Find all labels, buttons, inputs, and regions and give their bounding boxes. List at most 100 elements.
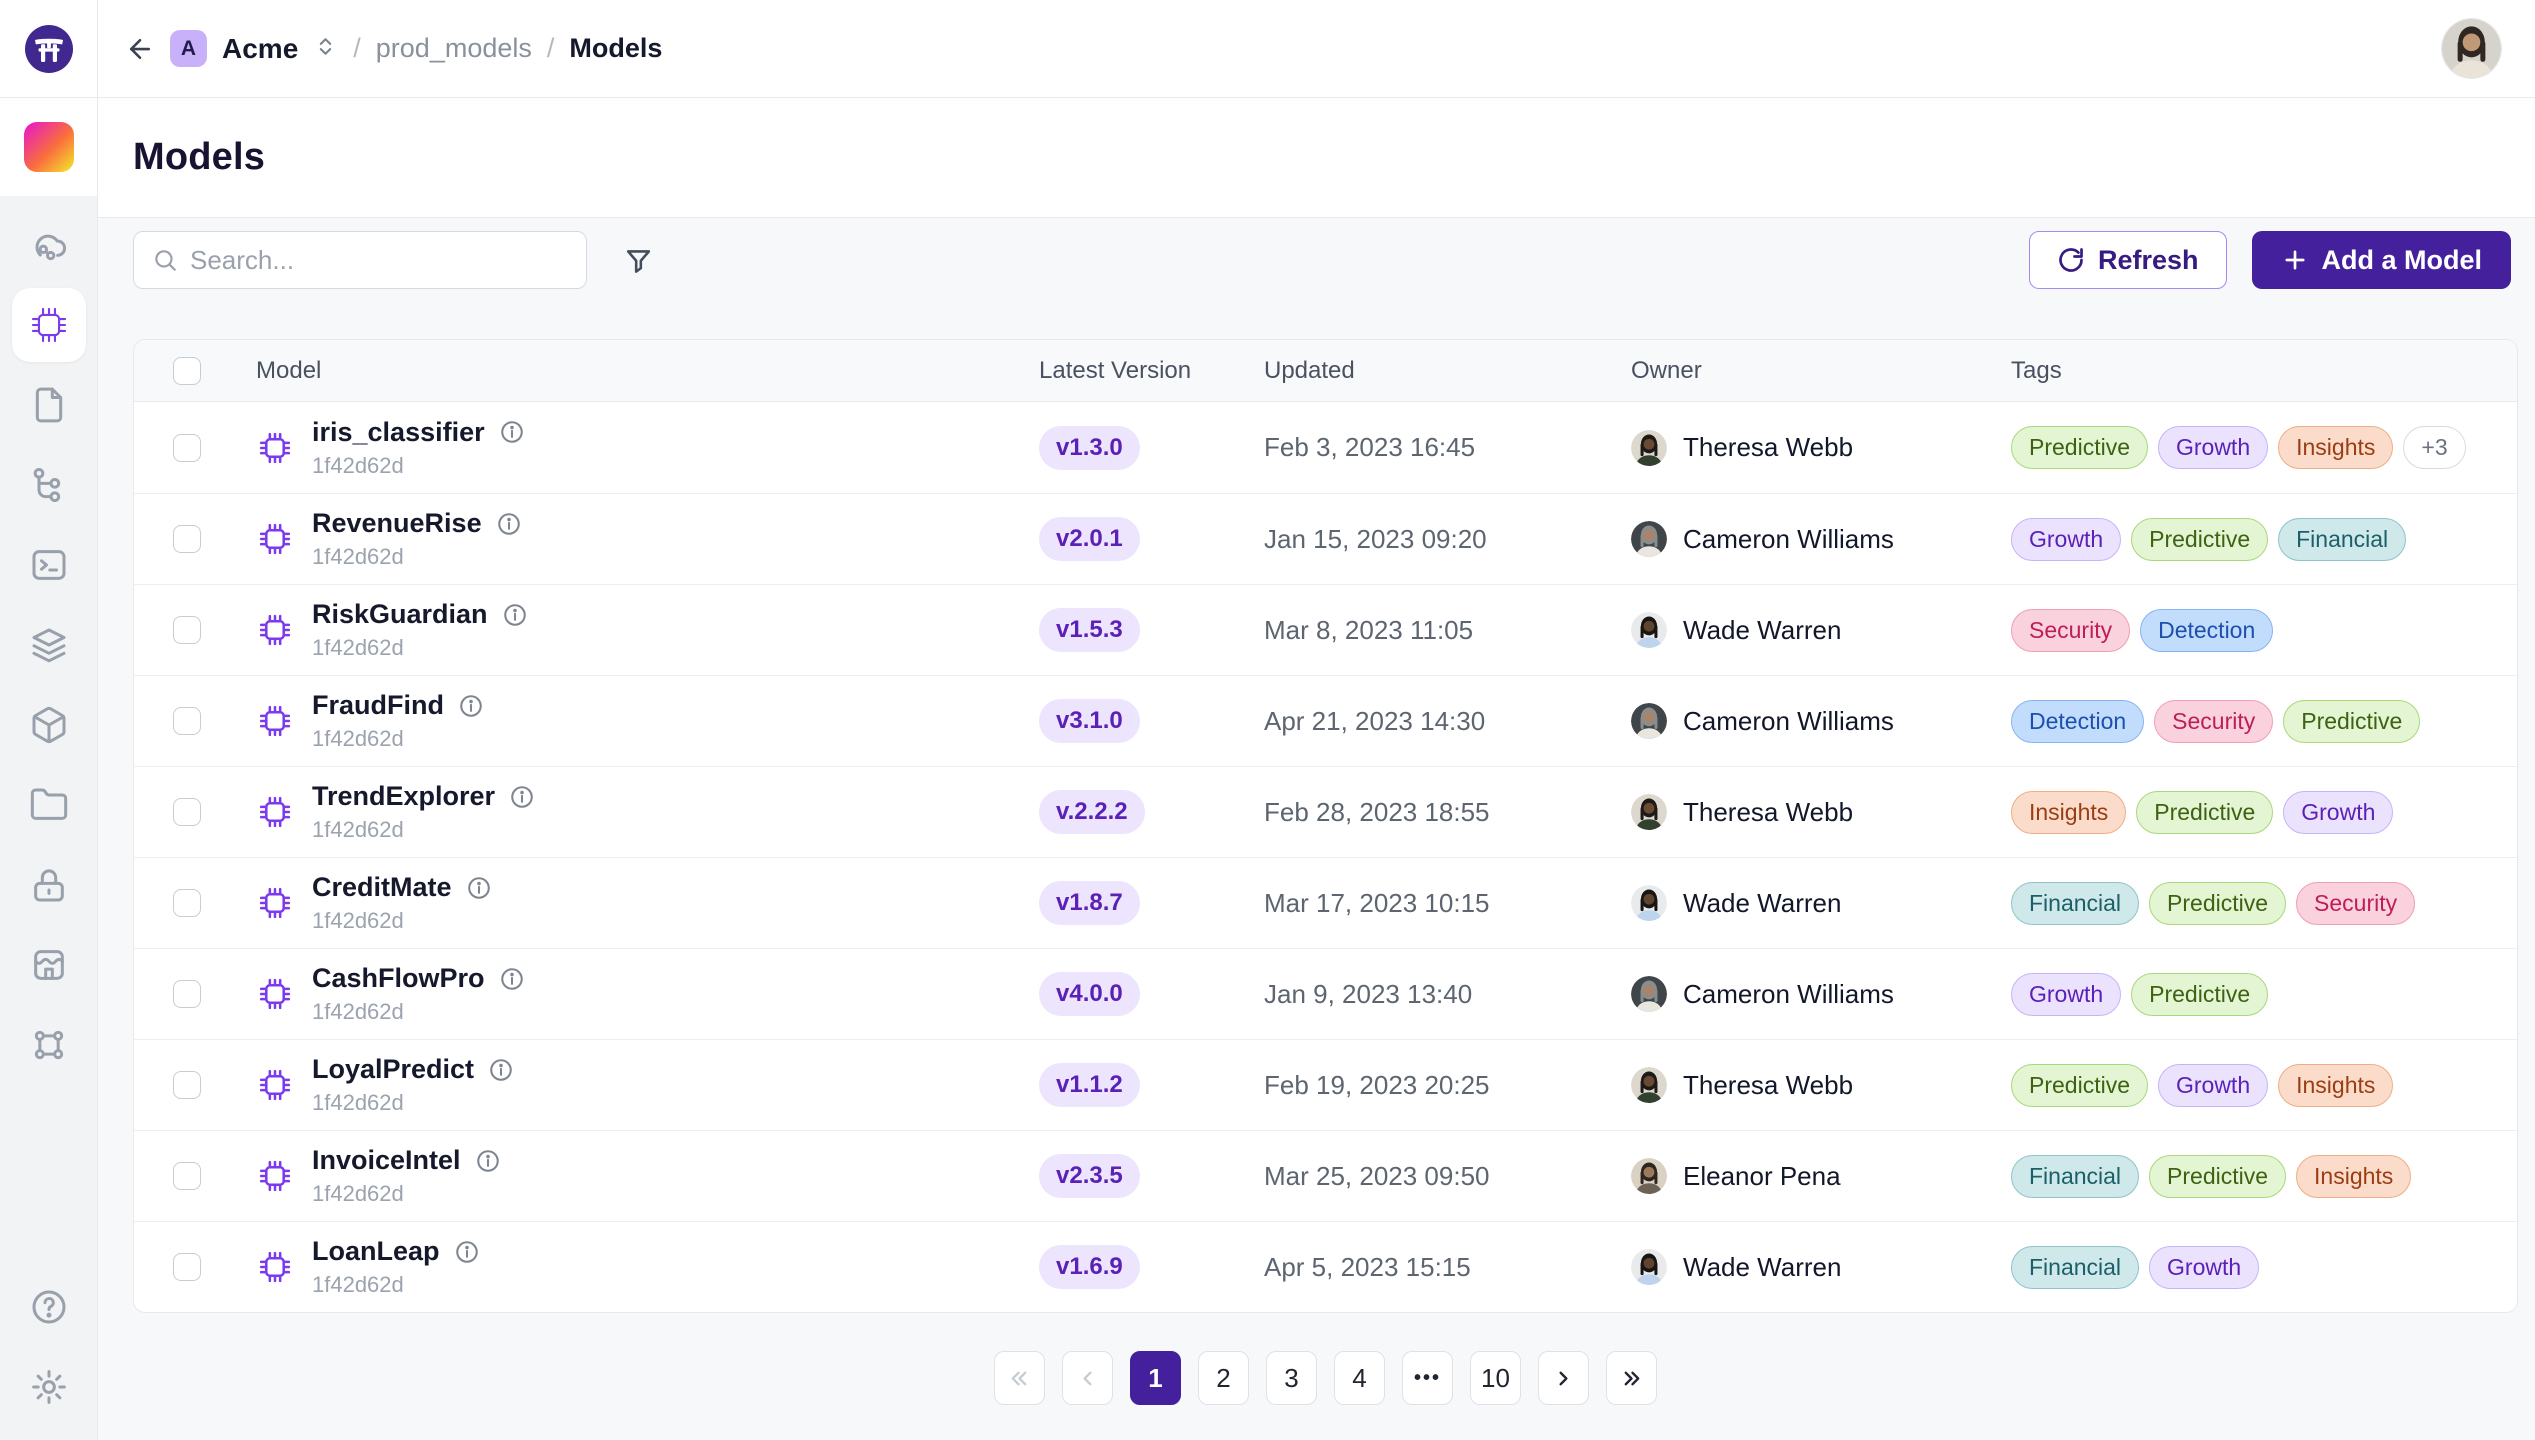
user-avatar[interactable] [2442,19,2501,78]
tag-growth: Growth [2157,426,2269,469]
back-button[interactable] [125,34,155,64]
pagination-first-page[interactable] [994,1351,1045,1405]
model-id: 1f42d62d [312,635,404,660]
info-icon[interactable] [488,1057,514,1083]
sidebar-item-terminal[interactable] [12,528,86,602]
main-area: Models Refresh Add a Model [98,98,2535,1440]
tags-cell: Financial Growth [2011,1245,2517,1289]
owner-name: Theresa Webb [1683,432,1854,462]
row-checkbox[interactable] [173,616,201,644]
owner-avatar [1631,885,1667,921]
row-checkbox[interactable] [173,1253,201,1281]
table-row[interactable]: RevenueRise 1f42d62d v2.0.1 Jan 15, 2023… [134,493,2517,584]
column-header-owner: Owner [1631,356,1702,384]
table-row[interactable]: iris_classifier 1f42d62d v1.3.0 Feb 3, 2… [134,402,2517,493]
pagination-previous-page[interactable] [1062,1351,1113,1405]
info-icon[interactable] [509,784,535,810]
model-cell: InvoiceIntel 1f42d62d [256,1145,1039,1207]
table-row[interactable]: CreditMate 1f42d62d v1.8.7 Mar 17, 2023 … [134,857,2517,948]
table-row[interactable]: InvoiceIntel 1f42d62d v2.3.5 Mar 25, 202… [134,1130,2517,1221]
workspace-name[interactable]: Acme [222,33,298,65]
pagination-page-1[interactable]: 1 [1130,1351,1181,1405]
chip-icon [31,307,66,343]
row-checkbox[interactable] [173,707,201,735]
table-row[interactable]: CashFlowPro 1f42d62d v4.0.0 Jan 9, 2023 … [134,948,2517,1039]
owner-name: Cameron Williams [1683,978,1894,1009]
owner-cell: Wade Warren [1631,612,2011,648]
sidebar-item-documents[interactable] [12,368,86,442]
row-checkbox[interactable] [173,889,201,917]
table-row[interactable]: TrendExplorer 1f42d62d v.2.2.2 Feb 28, 2… [134,766,2517,857]
info-icon[interactable] [502,602,528,628]
info-icon[interactable] [496,511,522,537]
table-row[interactable]: LoanLeap 1f42d62d v1.6.9 Apr 5, 2023 15:… [134,1221,2517,1312]
pagination-page-3[interactable]: 3 [1266,1351,1317,1405]
pagination-page-10[interactable]: 10 [1470,1351,1521,1405]
app-logo[interactable] [24,24,73,73]
pagination-last-page[interactable] [1606,1351,1657,1405]
tags-cell: Financial Predictive Security [2011,881,2517,925]
model-id: 1f42d62d [312,1272,404,1297]
row-checkbox[interactable] [173,433,201,462]
info-icon[interactable] [499,966,525,992]
sidebar-item-marketplace[interactable] [12,928,86,1002]
select-all-checkbox[interactable] [173,356,201,385]
refresh-button[interactable]: Refresh [2028,231,2227,289]
sidebar-item-deployments[interactable] [12,208,86,282]
owner-avatar [1631,976,1667,1012]
info-icon[interactable] [454,1239,480,1265]
pagination-page-2[interactable]: 2 [1198,1351,1249,1405]
row-checkbox[interactable] [173,525,201,553]
tag-overflow-count[interactable]: +3 [2403,426,2466,469]
tag-insights: Insights [2011,790,2127,834]
version-badge: v4.0.0 [1039,972,1140,1016]
pagination-page-4[interactable]: 4 [1334,1351,1385,1405]
row-checkbox[interactable] [173,1162,201,1190]
pagination-next-page[interactable] [1538,1351,1589,1405]
plus-icon [2284,250,2305,270]
tag-insights: Insights [2278,1063,2394,1107]
chevrons-up-down-icon[interactable] [313,34,338,64]
table-row[interactable]: FraudFind 1f42d62d v3.1.0 Apr 21, 2023 1… [134,675,2517,766]
tags-cell: Predictive Growth Insights [2011,1063,2517,1107]
row-checkbox[interactable] [173,798,201,826]
sidebar-item-help[interactable] [12,1270,86,1344]
info-icon[interactable] [458,693,484,719]
sidebar-item-packages[interactable] [12,688,86,762]
owner-name: Cameron Williams [1683,523,1894,554]
filter-funnel-icon [626,249,651,273]
breadcrumb-current: Models [569,33,663,63]
sidebar-item-settings[interactable] [12,1350,86,1424]
content-area: Refresh Add a Model Model Latest Version… [98,218,2535,1405]
sidebar-item-models[interactable] [11,288,86,362]
row-checkbox[interactable] [173,980,201,1008]
tags-cell: Growth Predictive Financial [2011,517,2517,561]
row-checkbox[interactable] [173,1071,201,1099]
sidebar-item-files[interactable] [12,768,86,842]
model-id: 1f42d62d [312,452,404,478]
search-input[interactable] [190,244,568,276]
tag-predictive: Predictive [2011,1063,2148,1107]
sidebar-item-frames[interactable] [12,1008,86,1082]
model-id: 1f42d62d [312,908,404,933]
info-icon[interactable] [499,419,525,445]
owner-cell: Cameron Williams [1631,976,2011,1012]
sidebar-item-pipelines[interactable] [12,448,86,522]
pagination-ellipsis[interactable]: ••• [1402,1351,1453,1405]
model-id: 1f42d62d [312,1090,404,1115]
sidebar-item-environments[interactable] [12,608,86,682]
model-chip-icon [259,887,291,919]
filter-button[interactable] [623,245,654,276]
tag-insights: Insights [2296,1154,2412,1198]
workspace-gradient-icon[interactable] [23,122,74,172]
workspace-badge[interactable]: A [170,30,207,67]
model-name: InvoiceIntel [312,1145,461,1175]
info-icon[interactable] [466,875,492,901]
sidebar-item-secrets[interactable] [12,848,86,922]
table-row[interactable]: LoyalPredict 1f42d62d v1.1.2 Feb 19, 202… [134,1039,2517,1130]
table-row[interactable]: RiskGuardian 1f42d62d v1.5.3 Mar 8, 2023… [134,584,2517,675]
info-icon[interactable] [475,1148,501,1174]
tag-financial: Financial [2011,1245,2140,1289]
add-model-button[interactable]: Add a Model [2251,231,2511,289]
breadcrumb-parent[interactable]: prod_models [376,33,532,64]
